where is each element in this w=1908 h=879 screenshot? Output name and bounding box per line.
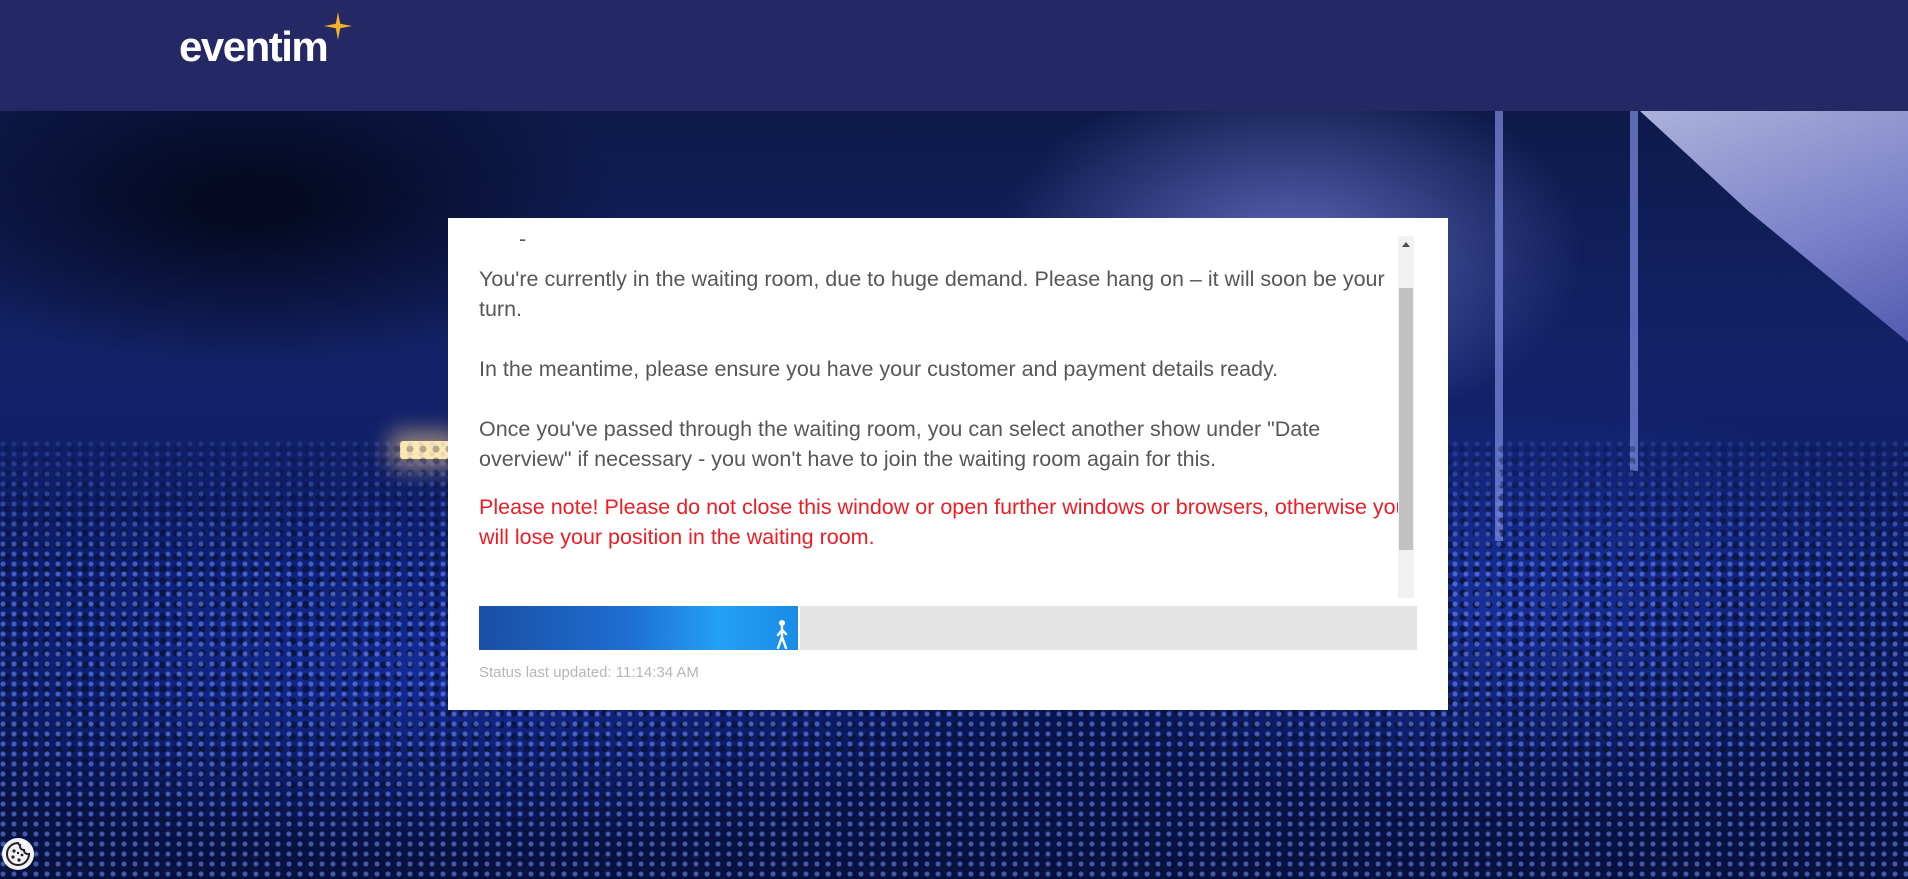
cookie-settings-button[interactable]	[2, 838, 34, 870]
walking-person-icon	[776, 620, 788, 649]
status-timestamp: Status last updated: 11:14:34 AM	[479, 664, 699, 681]
warning-message: Please note! Please do not close this wi…	[479, 495, 1408, 549]
date-overview-message: Once you've passed through the waiting r…	[479, 417, 1321, 471]
message-scroll-area[interactable]: - You're currently in the waiting room, …	[479, 236, 1429, 598]
queue-progress-bar	[479, 606, 1417, 650]
message-content: - You're currently in the waiting room, …	[479, 236, 1414, 582]
logo-text: eventim	[179, 23, 329, 70]
stage-canopy	[1640, 111, 1908, 342]
scrollbar[interactable]	[1398, 236, 1414, 598]
eventim-logo[interactable]: eventim	[179, 12, 353, 74]
queue-progress-fill	[479, 606, 800, 650]
stage-pole	[1630, 111, 1638, 471]
waiting-room-message: You're currently in the waiting room, du…	[479, 267, 1385, 321]
site-header: eventim	[0, 0, 1908, 111]
scroll-thumb[interactable]	[1399, 288, 1413, 550]
truncated-text: -	[519, 236, 527, 251]
waiting-room-panel: - You're currently in the waiting room, …	[448, 218, 1448, 710]
payment-details-message: In the meantime, please ensure you have …	[479, 357, 1279, 381]
sparkle-star-icon	[324, 12, 353, 40]
cookie-icon	[6, 841, 31, 866]
scroll-up-arrow-icon[interactable]	[1398, 236, 1414, 252]
